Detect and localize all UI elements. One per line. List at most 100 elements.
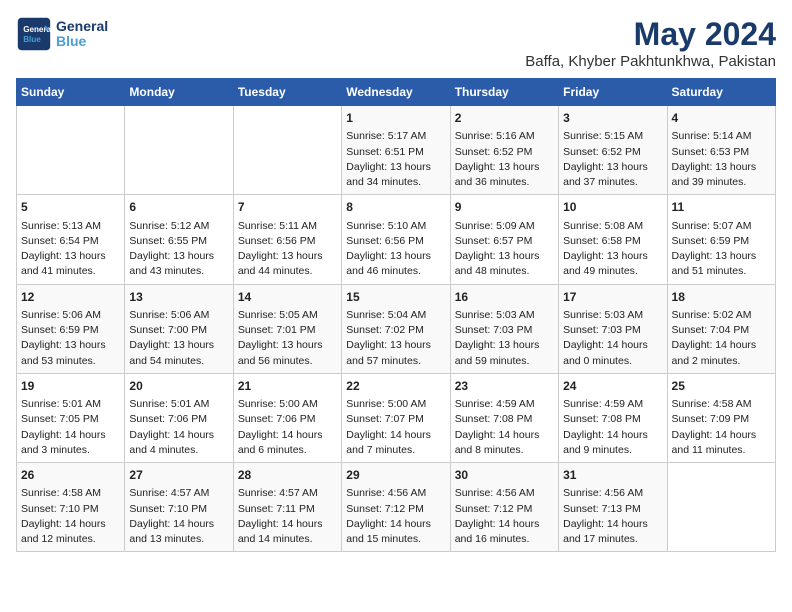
day-info: Sunrise: 5:07 AMSunset: 6:59 PMDaylight:… [672, 219, 771, 280]
calendar-week-row: 26 Sunrise: 4:58 AMSunset: 7:10 PMDayligh… [17, 463, 776, 552]
day-info: Sunrise: 4:56 AMSunset: 7:13 PMDaylight:… [563, 486, 662, 547]
weekday-header: Friday [559, 79, 667, 106]
month-title: May 2024 [525, 16, 776, 53]
day-number: 23 [455, 378, 554, 395]
day-info: Sunrise: 4:56 AMSunset: 7:12 PMDaylight:… [455, 486, 554, 547]
day-info: Sunrise: 4:57 AMSunset: 7:10 PMDaylight:… [129, 486, 228, 547]
logo: General Blue GeneralBlue [16, 16, 108, 52]
day-info: Sunrise: 5:14 AMSunset: 6:53 PMDaylight:… [672, 129, 771, 190]
calendar-cell: 14 Sunrise: 5:05 AMSunset: 7:01 PMDayligh… [233, 284, 341, 373]
day-number: 22 [346, 378, 445, 395]
calendar-cell: 11 Sunrise: 5:07 AMSunset: 6:59 PMDayligh… [667, 195, 775, 284]
calendar-cell: 1Sunrise: 5:17 AMSunset: 6:51 PMDaylight… [342, 106, 450, 195]
calendar-cell: 28 Sunrise: 4:57 AMSunset: 7:11 PMDayligh… [233, 463, 341, 552]
day-info: Sunrise: 5:11 AMSunset: 6:56 PMDaylight:… [238, 219, 337, 280]
logo-text: GeneralBlue [56, 19, 108, 50]
day-info: Sunrise: 4:58 AMSunset: 7:10 PMDaylight:… [21, 486, 120, 547]
day-number: 14 [238, 289, 337, 306]
day-info: Sunrise: 5:00 AMSunset: 7:07 PMDaylight:… [346, 397, 445, 458]
day-number: 7 [238, 199, 337, 216]
title-block: May 2024 Baffa, Khyber Pakhtunkhwa, Paki… [525, 16, 776, 70]
page-header: General Blue GeneralBlue May 2024 Baffa,… [16, 16, 776, 70]
weekday-header: Tuesday [233, 79, 341, 106]
calendar-cell: 5 Sunrise: 5:13 AMSunset: 6:54 PMDaylight… [17, 195, 125, 284]
day-info: Sunrise: 5:02 AMSunset: 7:04 PMDaylight:… [672, 308, 771, 369]
day-number: 26 [21, 467, 120, 484]
day-number: 15 [346, 289, 445, 306]
day-number: 3 [563, 110, 662, 127]
calendar-cell: 23 Sunrise: 4:59 AMSunset: 7:08 PMDayligh… [450, 373, 558, 462]
day-number: 19 [21, 378, 120, 395]
calendar-cell: 4 Sunrise: 5:14 AMSunset: 6:53 PMDaylight… [667, 106, 775, 195]
calendar-cell: 12 Sunrise: 5:06 AMSunset: 6:59 PMDayligh… [17, 284, 125, 373]
calendar-cell [125, 106, 233, 195]
day-info: Sunrise: 4:59 AMSunset: 7:08 PMDaylight:… [563, 397, 662, 458]
day-number: 28 [238, 467, 337, 484]
day-info: Sunrise: 5:16 AMSunset: 6:52 PMDaylight:… [455, 129, 554, 190]
calendar-cell [667, 463, 775, 552]
day-number: 4 [672, 110, 771, 127]
weekday-header: Wednesday [342, 79, 450, 106]
calendar-cell: 22 Sunrise: 5:00 AMSunset: 7:07 PMDayligh… [342, 373, 450, 462]
calendar-cell: 18 Sunrise: 5:02 AMSunset: 7:04 PMDayligh… [667, 284, 775, 373]
day-info: Sunrise: 5:00 AMSunset: 7:06 PMDaylight:… [238, 397, 337, 458]
day-number: 21 [238, 378, 337, 395]
calendar-cell: 10 Sunrise: 5:08 AMSunset: 6:58 PMDayligh… [559, 195, 667, 284]
calendar-cell: 6Sunrise: 5:12 AMSunset: 6:55 PMDaylight… [125, 195, 233, 284]
calendar-cell: 20 Sunrise: 5:01 AMSunset: 7:06 PMDayligh… [125, 373, 233, 462]
weekday-header: Sunday [17, 79, 125, 106]
day-info: Sunrise: 5:08 AMSunset: 6:58 PMDaylight:… [563, 219, 662, 280]
svg-text:Blue: Blue [23, 35, 41, 44]
day-number: 17 [563, 289, 662, 306]
day-info: Sunrise: 5:09 AMSunset: 6:57 PMDaylight:… [455, 219, 554, 280]
calendar-cell: 29 Sunrise: 4:56 AMSunset: 7:12 PMDayligh… [342, 463, 450, 552]
calendar-cell: 7 Sunrise: 5:11 AMSunset: 6:56 PMDaylight… [233, 195, 341, 284]
weekday-header-row: SundayMondayTuesdayWednesdayThursdayFrid… [17, 79, 776, 106]
calendar-cell [233, 106, 341, 195]
day-number: 13 [129, 289, 228, 306]
day-number: 20 [129, 378, 228, 395]
day-number: 29 [346, 467, 445, 484]
calendar-cell: 9Sunrise: 5:09 AMSunset: 6:57 PMDaylight… [450, 195, 558, 284]
day-info: Sunrise: 4:56 AMSunset: 7:12 PMDaylight:… [346, 486, 445, 547]
calendar-cell: 25Sunrise: 4:58 AMSunset: 7:09 PMDayligh… [667, 373, 775, 462]
day-number: 31 [563, 467, 662, 484]
day-info: Sunrise: 5:01 AMSunset: 7:06 PMDaylight:… [129, 397, 228, 458]
calendar-cell: 21 Sunrise: 5:00 AMSunset: 7:06 PMDayligh… [233, 373, 341, 462]
calendar-cell: 15Sunrise: 5:04 AMSunset: 7:02 PMDayligh… [342, 284, 450, 373]
day-number: 24 [563, 378, 662, 395]
location-title: Baffa, Khyber Pakhtunkhwa, Pakistan [525, 53, 776, 70]
calendar-cell: 24 Sunrise: 4:59 AMSunset: 7:08 PMDayligh… [559, 373, 667, 462]
day-info: Sunrise: 5:03 AMSunset: 7:03 PMDaylight:… [563, 308, 662, 369]
calendar-week-row: 5 Sunrise: 5:13 AMSunset: 6:54 PMDaylight… [17, 195, 776, 284]
calendar-cell: 17 Sunrise: 5:03 AMSunset: 7:03 PMDayligh… [559, 284, 667, 373]
calendar-week-row: 12 Sunrise: 5:06 AMSunset: 6:59 PMDayligh… [17, 284, 776, 373]
calendar-cell [17, 106, 125, 195]
day-number: 6 [129, 199, 228, 216]
calendar-week-row: 19 Sunrise: 5:01 AMSunset: 7:05 PMDayligh… [17, 373, 776, 462]
day-info: Sunrise: 5:06 AMSunset: 6:59 PMDaylight:… [21, 308, 120, 369]
day-info: Sunrise: 5:17 AMSunset: 6:51 PMDaylight:… [346, 129, 445, 190]
calendar-cell: 16Sunrise: 5:03 AMSunset: 7:03 PMDayligh… [450, 284, 558, 373]
day-number: 5 [21, 199, 120, 216]
day-info: Sunrise: 4:58 AMSunset: 7:09 PMDaylight:… [672, 397, 771, 458]
day-number: 30 [455, 467, 554, 484]
day-info: Sunrise: 5:13 AMSunset: 6:54 PMDaylight:… [21, 219, 120, 280]
weekday-header: Thursday [450, 79, 558, 106]
calendar-cell: 19 Sunrise: 5:01 AMSunset: 7:05 PMDayligh… [17, 373, 125, 462]
calendar-cell: 3Sunrise: 5:15 AMSunset: 6:52 PMDaylight… [559, 106, 667, 195]
day-number: 16 [455, 289, 554, 306]
day-info: Sunrise: 4:57 AMSunset: 7:11 PMDaylight:… [238, 486, 337, 547]
calendar-cell: 30 Sunrise: 4:56 AMSunset: 7:12 PMDayligh… [450, 463, 558, 552]
weekday-header: Saturday [667, 79, 775, 106]
day-info: Sunrise: 5:01 AMSunset: 7:05 PMDaylight:… [21, 397, 120, 458]
day-info: Sunrise: 5:10 AMSunset: 6:56 PMDaylight:… [346, 219, 445, 280]
day-info: Sunrise: 4:59 AMSunset: 7:08 PMDaylight:… [455, 397, 554, 458]
day-number: 18 [672, 289, 771, 306]
day-info: Sunrise: 5:05 AMSunset: 7:01 PMDaylight:… [238, 308, 337, 369]
weekday-header: Monday [125, 79, 233, 106]
day-number: 10 [563, 199, 662, 216]
day-number: 11 [672, 199, 771, 216]
day-info: Sunrise: 5:06 AMSunset: 7:00 PMDaylight:… [129, 308, 228, 369]
day-number: 12 [21, 289, 120, 306]
